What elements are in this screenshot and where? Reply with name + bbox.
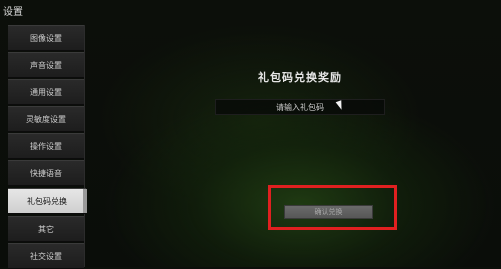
sidebar-item-general[interactable]: 通用设置	[8, 79, 84, 105]
window-title: 设置	[3, 7, 23, 18]
gift-code-title: 礼包码兑换奖励	[258, 71, 342, 84]
sidebar-item-sensitivity[interactable]: 灵敏度设置	[8, 106, 84, 132]
sidebar-item-gift-code[interactable]: 礼包码兑换	[8, 188, 87, 214]
sidebar-item-graphics[interactable]: 图像设置	[8, 25, 84, 51]
sidebar-item-other[interactable]: 其它	[8, 216, 84, 242]
sidebar-item-controls[interactable]: 操作设置	[8, 133, 84, 159]
sidebar-item-sound[interactable]: 声音设置	[8, 52, 84, 78]
confirm-redeem-button[interactable]: 确认兑换	[284, 205, 373, 219]
sidebar-item-social[interactable]: 社交设置	[8, 243, 84, 269]
settings-sidebar: 图像设置 声音设置 通用设置 灵敏度设置 操作设置 快捷语音 礼包码兑换 其它 …	[8, 25, 87, 269]
gift-code-input[interactable]	[215, 99, 385, 115]
sidebar-item-quick-voice[interactable]: 快捷语音	[8, 160, 84, 186]
